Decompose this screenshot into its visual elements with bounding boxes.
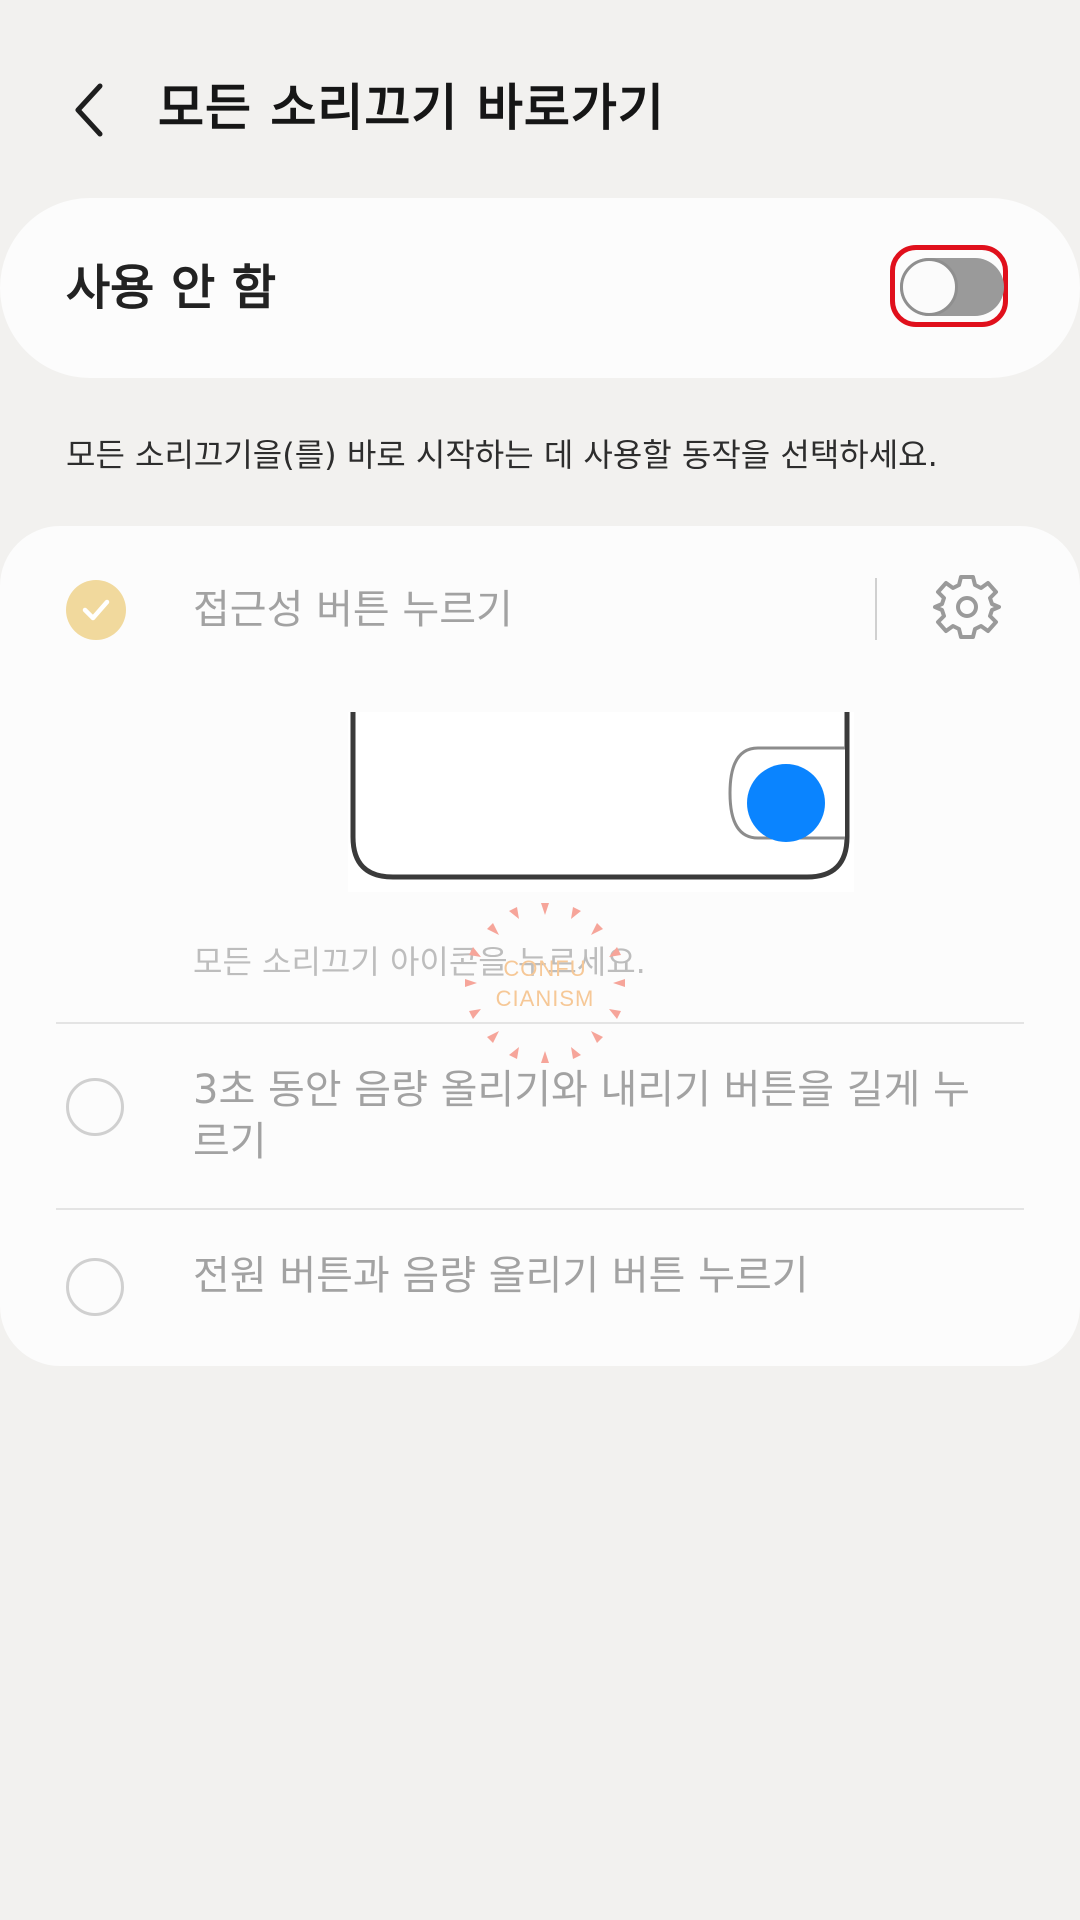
master-switch-row[interactable]: 사용 안 함 <box>0 198 1080 378</box>
option-power-volume-label[interactable]: 전원 버튼과 음량 올리기 버튼 누르기 <box>193 1250 809 1302</box>
back-button[interactable] <box>60 70 120 150</box>
settings-button[interactable] <box>932 572 1002 642</box>
vertical-divider <box>875 578 877 640</box>
option-power-volume-radio[interactable] <box>66 1258 124 1316</box>
watermark-text-line2: CIANISM <box>495 986 595 1011</box>
gear-icon <box>933 575 1001 639</box>
check-icon <box>82 599 110 621</box>
option-volume-keys-label[interactable]: 3초 동안 음량 올리기와 내리기 버튼을 길게 누르기 <box>193 1064 993 1168</box>
option-accessibility-button-checkbox[interactable] <box>66 580 126 640</box>
accessibility-button-illustration <box>348 712 854 892</box>
option-accessibility-button-label[interactable]: 접근성 버튼 누르기 <box>193 584 513 636</box>
header: 모든 소리끄기 바로가기 <box>0 0 1080 200</box>
watermark-logo: CONFU CIANISM <box>460 898 630 1068</box>
master-toggle[interactable] <box>900 258 1004 316</box>
page-title: 모든 소리끄기 바로가기 <box>158 79 665 137</box>
shortcut-description: 모든 소리끄기을(를) 바로 시작하는 데 사용할 동작을 선택하세요. <box>66 436 938 474</box>
option-volume-keys-radio[interactable] <box>66 1078 124 1136</box>
chevron-left-icon <box>75 83 103 137</box>
divider <box>56 1208 1024 1210</box>
accessibility-floating-button <box>747 764 825 842</box>
master-switch-label: 사용 안 함 <box>66 260 277 316</box>
watermark-text-line1: CONFU <box>503 956 587 981</box>
toggle-thumb <box>900 258 958 316</box>
